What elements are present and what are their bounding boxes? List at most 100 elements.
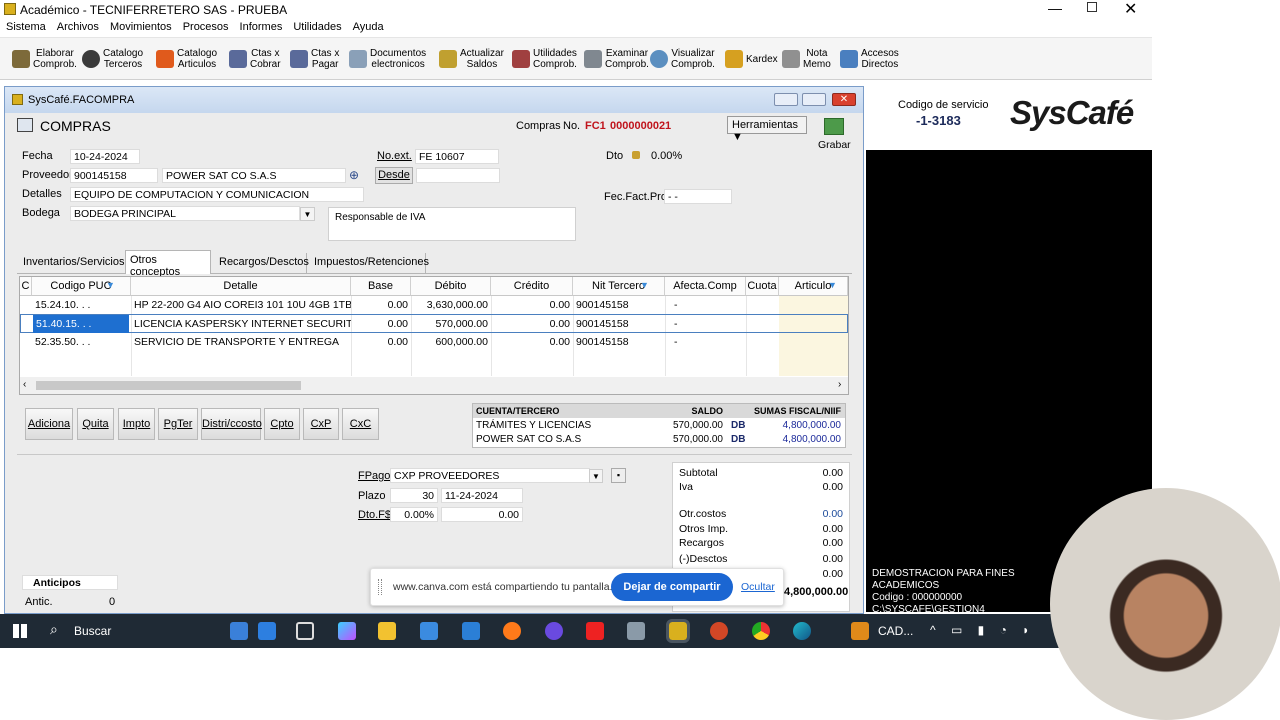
chevron-down-icon[interactable]: ▼ [589, 469, 603, 483]
row-credito[interactable]: 0.00 [491, 296, 573, 314]
cad-label[interactable]: CAD... [878, 624, 913, 638]
table-row[interactable]: 15.24.10. . . HP 22-200 G4 AIO COREI3 10… [20, 296, 848, 314]
col-c[interactable]: C [20, 277, 32, 296]
fpago-select[interactable]: CXP PROVEEDORES [390, 468, 590, 483]
chevron-down-icon[interactable]: ▼ [300, 207, 315, 221]
row-detalle[interactable]: LICENCIA KASPERSKY INTERNET SECURITY MUL… [131, 315, 351, 333]
cxp-button[interactable]: CxP [303, 408, 339, 440]
add-icon[interactable]: ▪ [611, 468, 626, 483]
tray-icons[interactable]: ^ ▭ ▮ ◔ ◗ [930, 623, 1035, 637]
toolbar-visualizar-comprob[interactable]: Visualizar Comprob. [650, 42, 715, 76]
child-close-button[interactable]: ✕ [832, 93, 856, 106]
col-debito[interactable]: Débito [411, 277, 491, 296]
proveedor-nit-field[interactable]: 900145158 [70, 168, 158, 183]
scroll-thumb[interactable] [36, 381, 301, 390]
row-codigo[interactable]: 15.24.10. . . [32, 296, 131, 314]
hide-share-link[interactable]: Ocultar [741, 581, 775, 593]
stop-sharing-button[interactable]: Dejar de compartir [611, 573, 733, 601]
row-nit[interactable]: 900145158 [573, 315, 665, 333]
filter-icon[interactable]: ▼ [640, 280, 649, 290]
widgets-icon[interactable] [230, 622, 248, 640]
menu-movimientos[interactable]: Movimientos [104, 19, 177, 33]
youtube-icon[interactable] [586, 622, 604, 640]
herramientas-button[interactable]: Herramientas ▼ [727, 116, 807, 143]
menu-archivos[interactable]: Archivos [51, 19, 104, 33]
fecfact-field[interactable]: - - [664, 189, 732, 204]
quita-button[interactable]: Quita [77, 408, 114, 440]
child-maximize-button[interactable] [802, 93, 826, 106]
proveedor-name-field[interactable]: POWER SAT CO S.A.S [162, 168, 346, 183]
col-afecta-comp[interactable]: Afecta.Comp [665, 277, 746, 296]
toolbar-elaborar-comprob[interactable]: Elaborar Comprob. [12, 42, 77, 76]
pgter-button[interactable]: PgTer [158, 408, 198, 440]
store-icon[interactable] [420, 622, 438, 640]
tab-impuestos[interactable]: Impuestos/Retenciones [310, 253, 429, 273]
cxc-button[interactable]: CxC [342, 408, 379, 440]
task-view-icon[interactable] [296, 622, 314, 640]
drag-handle-icon[interactable] [378, 579, 382, 595]
row-codigo[interactable]: 51.40.15. . . [33, 315, 129, 333]
toolbar-kardex[interactable]: Kardex [725, 42, 778, 76]
toolbar-examinar-comprob[interactable]: Examinar Comprob. [584, 42, 649, 76]
toolbar-documentos-electronicos[interactable]: Documentos electronicos [349, 42, 426, 76]
widgets-icon[interactable] [258, 622, 276, 640]
file-explorer-icon[interactable] [378, 622, 396, 640]
row-nit[interactable]: 900145158 [573, 296, 665, 314]
cad-icon[interactable] [851, 622, 869, 640]
tab-recargos[interactable]: Recargos/Desctos [215, 253, 309, 273]
row-base[interactable]: 0.00 [351, 315, 411, 333]
cpto-button[interactable]: Cpto [264, 408, 300, 440]
minimize-button[interactable]: — [1048, 0, 1062, 16]
filter-icon[interactable]: ▼ [106, 280, 115, 290]
plazo-fecha-field[interactable]: 11-24-2024 [441, 488, 523, 503]
col-codigo-puc[interactable]: Codigo PUC [32, 277, 131, 296]
col-articulo[interactable]: Articulo [779, 277, 848, 296]
dtof-value-field[interactable]: 0.00 [441, 507, 523, 522]
menu-sistema[interactable]: Sistema [0, 19, 51, 33]
row-credito[interactable]: 0.00 [491, 315, 573, 333]
toolbar-nota-memo[interactable]: Nota Memo [782, 42, 831, 76]
col-detalle[interactable]: Detalle [131, 277, 351, 296]
syscafe-icon[interactable] [666, 619, 690, 643]
toolbar-actualizar-saldos[interactable]: Actualizar Saldos [439, 42, 504, 76]
row-debito[interactable]: 570,000.00 [411, 315, 491, 333]
row-base[interactable]: 0.00 [351, 296, 411, 314]
row-afecta[interactable]: - [671, 315, 711, 333]
row-afecta[interactable]: - [671, 333, 711, 351]
distri-ccosto-button[interactable]: Distri/ccosto [201, 408, 262, 440]
toolbar-accesos-directos[interactable]: Accesos Directos [840, 42, 899, 76]
scroll-left-icon[interactable]: ‹ [23, 379, 26, 390]
toolbar-catalogo-terceros[interactable]: Catalogo Terceros [82, 42, 143, 76]
col-cuota[interactable]: Cuota [746, 277, 779, 296]
close-button[interactable]: ✕ [1124, 0, 1137, 19]
toolbar-ctas-pagar[interactable]: Ctas x Pagar [290, 42, 339, 76]
windows-start-icon[interactable] [13, 624, 27, 638]
maximize-button[interactable] [1087, 2, 1097, 12]
impto-button[interactable]: Impto [118, 408, 155, 440]
desde-button[interactable]: Desde [375, 167, 413, 184]
horizontal-scrollbar[interactable]: ‹ › [20, 377, 848, 394]
menu-procesos[interactable]: Procesos [177, 19, 234, 33]
toolbar-ctas-cobrar[interactable]: Ctas x Cobrar [229, 42, 281, 76]
row-debito[interactable]: 600,000.00 [411, 333, 491, 351]
row-nit[interactable]: 900145158 [573, 333, 665, 351]
row-credito[interactable]: 0.00 [491, 333, 573, 351]
row-detalle[interactable]: SERVICIO DE TRANSPORTE Y ENTREGA [131, 333, 351, 351]
tab-inventarios[interactable]: Inventarios/Servicios [19, 253, 125, 273]
tab-otros-conceptos[interactable]: Otros conceptos [125, 250, 211, 278]
search-icon[interactable]: ⌕ [50, 621, 58, 638]
desde-field[interactable] [416, 168, 500, 183]
col-credito[interactable]: Crédito [491, 277, 573, 296]
filter-icon[interactable]: ▼ [828, 280, 837, 290]
toolbar-catalogo-articulos[interactable]: Catalogo Articulos [156, 42, 217, 76]
media-icon[interactable] [545, 622, 563, 640]
plazo-field[interactable]: 30 [390, 488, 438, 503]
scroll-right-icon[interactable]: › [838, 379, 841, 390]
calculator-icon[interactable] [627, 622, 645, 640]
edge-icon[interactable] [793, 622, 811, 640]
detalles-field[interactable]: EQUIPO DE COMPUTACION Y COMUNICACION [70, 187, 364, 202]
row-afecta[interactable]: - [671, 296, 711, 314]
child-minimize-button[interactable] [774, 93, 798, 106]
menu-ayuda[interactable]: Ayuda [347, 19, 389, 33]
col-nit-tercero[interactable]: Nit Tercero [573, 277, 665, 296]
